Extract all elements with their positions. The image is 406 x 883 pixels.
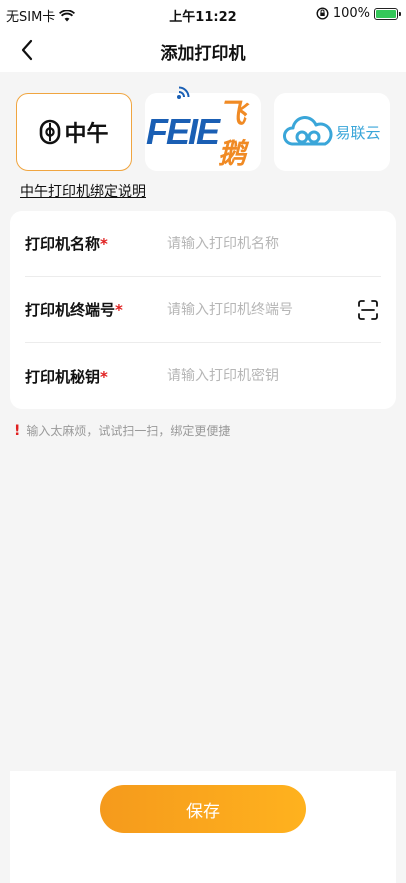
printer-secret-input[interactable] [167, 368, 381, 384]
brand-card-zhongwu[interactable]: 中午 [16, 93, 132, 171]
status-bar: 无SIM卡 上午11:22 100% [0, 0, 406, 28]
yilianyun-logo: 易联云 [283, 114, 381, 150]
scan-tip-text: 输入太麻烦，试试扫一扫，绑定更便捷 [26, 424, 231, 438]
zhongwu-logo: 中午 [39, 116, 109, 148]
signal-icon [177, 86, 190, 99]
warning-icon: ! [14, 422, 21, 439]
required-mark: * [100, 235, 108, 253]
printer-name-label-text: 打印机名称 [25, 235, 101, 253]
printer-name-label: 打印机名称* [25, 233, 167, 254]
printer-terminal-row: 打印机终端号* [25, 277, 381, 343]
battery-fill [376, 9, 396, 18]
save-button[interactable]: 保存 [100, 785, 306, 833]
brand-card-feie[interactable]: FEIE 飞鹅 [145, 86, 261, 172]
feie-logo: FEIE 飞鹅 [146, 86, 260, 172]
zhongwu-logo-text: 中午 [64, 122, 109, 147]
feie-logo-en: FEIE [146, 111, 220, 152]
printer-secret-row: 打印机秘钥* [25, 343, 381, 409]
printer-terminal-input[interactable] [167, 301, 357, 318]
printer-secret-label-text: 打印机秘钥 [25, 367, 101, 386]
printer-name-input[interactable] [167, 235, 381, 252]
brand-card-yilianyun[interactable]: 易联云 [274, 93, 390, 171]
scan-tip: ! 输入太麻烦，试试扫一扫，绑定更便捷 [14, 422, 230, 439]
battery-icon [374, 7, 401, 20]
bind-guide-link[interactable]: 中午打印机绑定说明 [20, 181, 146, 201]
printer-form: 打印机名称* 打印机终端号* 打印机秘钥* [10, 211, 396, 409]
printer-terminal-label: 打印机终端号* [25, 299, 167, 320]
cloud-icon [283, 116, 333, 146]
nav-bar: 添加打印机 [0, 28, 406, 72]
printer-terminal-label-text: 打印机终端号 [25, 301, 116, 319]
footer: 保存 [10, 771, 396, 883]
orientation-lock-icon [316, 7, 329, 20]
status-right: 100% [316, 6, 401, 21]
zhongwu-logo-icon [40, 119, 61, 145]
printer-secret-label: 打印机秘钥* [25, 366, 167, 387]
yilianyun-logo-text: 易联云 [335, 123, 381, 142]
required-mark: * [100, 367, 108, 386]
battery-percent: 100% [332, 6, 370, 21]
feie-logo-cn: 飞鹅 [218, 97, 247, 170]
scan-icon[interactable] [357, 299, 379, 321]
printer-name-row: 打印机名称* [25, 211, 381, 277]
required-mark: * [115, 301, 123, 319]
brand-selector: 中午 FEIE 飞鹅 易联云 [16, 86, 390, 172]
page-title: 添加打印机 [160, 44, 246, 64]
